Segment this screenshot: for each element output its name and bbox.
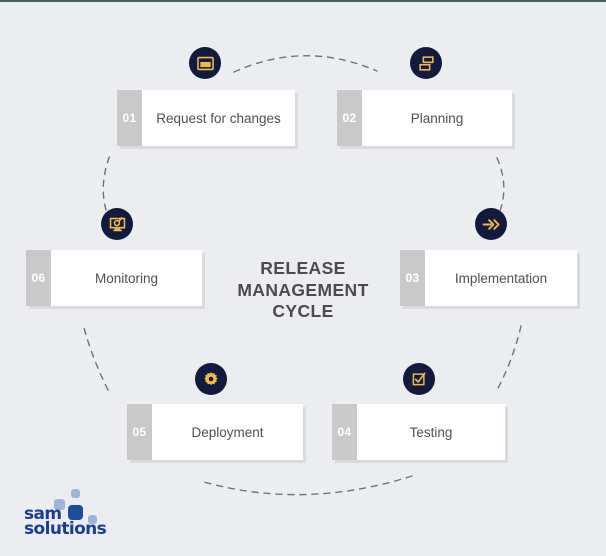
step-number: 05 <box>127 404 152 460</box>
logo-square-small-top <box>71 489 80 498</box>
step-number: 04 <box>332 404 357 460</box>
connector-3-to-4 <box>496 325 522 391</box>
page-title: RELEASE MANAGEMENT CYCLE <box>213 258 393 323</box>
page-title-line-2: MANAGEMENT <box>237 279 369 300</box>
step-card[interactable]: 05 Deployment <box>127 404 303 460</box>
page-title-line-1: RELEASE <box>260 258 346 278</box>
step-card-04[interactable]: 04 Testing <box>332 404 505 460</box>
connector-2-to-3 <box>496 157 505 212</box>
step-number: 03 <box>400 250 425 306</box>
window-icon <box>189 47 221 79</box>
monitor-search-icon <box>101 208 133 240</box>
layout-blocks-icon <box>410 47 442 79</box>
step-number: 06 <box>26 250 51 306</box>
step-label: Testing <box>357 404 505 460</box>
step-card-02[interactable]: 02 Planning <box>337 90 512 146</box>
step-label: Request for changes <box>142 90 295 146</box>
step-card[interactable]: 02 Planning <box>337 90 512 146</box>
step-card-05[interactable]: 05 Deployment <box>127 404 303 460</box>
step-label: Deployment <box>152 404 303 460</box>
top-accent-rule <box>0 0 606 2</box>
step-number: 02 <box>337 90 362 146</box>
connector-4-to-5 <box>203 475 413 496</box>
connector-1-to-2 <box>233 55 378 73</box>
step-card[interactable]: 06 Monitoring <box>26 250 202 306</box>
page-title-line-3: CYCLE <box>272 301 334 321</box>
logo-wordmark: sam solutions <box>24 506 107 539</box>
step-card[interactable]: 04 Testing <box>332 404 505 460</box>
sam-solutions-logo: sam solutions <box>24 489 126 539</box>
step-card[interactable]: 03 Implementation <box>400 250 577 306</box>
connector-6-to-1 <box>102 154 111 211</box>
step-card-01[interactable]: 01 Request for changes <box>117 90 295 146</box>
gear-icon <box>195 363 227 395</box>
step-card-06[interactable]: 06 Monitoring <box>26 250 202 306</box>
checklist-check-icon <box>403 363 435 395</box>
step-card-03[interactable]: 03 Implementation <box>400 250 577 306</box>
logo-line-2: solutions <box>24 519 107 539</box>
release-management-cycle-infographic: 01 Request for changes 02 Planning 03 Im… <box>0 0 606 556</box>
connector-5-to-6 <box>83 327 109 391</box>
step-number: 01 <box>117 90 142 146</box>
step-card[interactable]: 01 Request for changes <box>117 90 295 146</box>
step-label: Implementation <box>425 250 577 306</box>
double-arrow-right-icon <box>475 208 507 240</box>
step-label: Monitoring <box>51 250 202 306</box>
step-label: Planning <box>362 90 512 146</box>
